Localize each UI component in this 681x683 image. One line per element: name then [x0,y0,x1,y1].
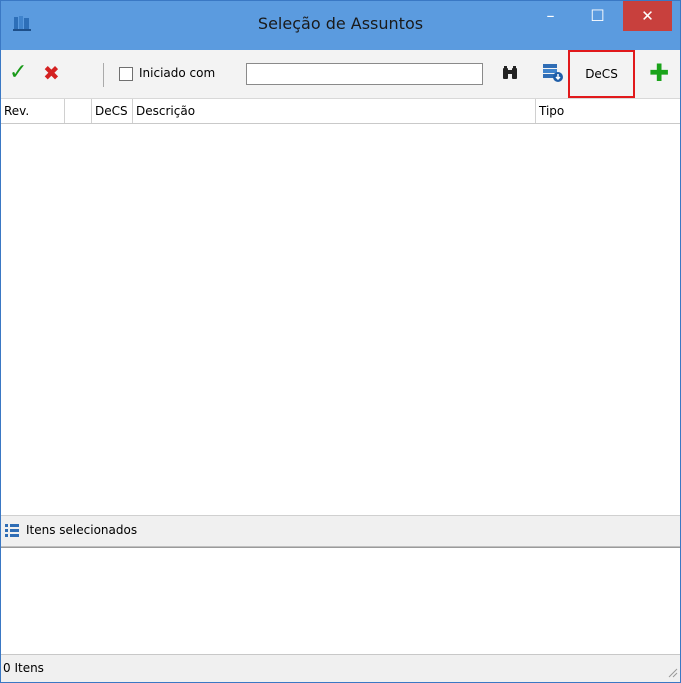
grid-header: Rev. DeCS Descrição Tipo [1,99,680,124]
database-icon[interactable] [542,63,564,86]
starts-with-label: Iniciado com [139,66,216,80]
column-type[interactable]: Tipo [536,99,680,123]
minimize-button[interactable]: – [528,1,573,31]
starts-with-checkbox[interactable] [119,67,133,81]
selected-items-list[interactable] [1,547,680,653]
list-grid-icon [5,524,19,540]
x-icon[interactable]: ✖ [43,63,60,83]
maximize-button[interactable]: ☐ [575,1,620,31]
status-bar: 0 Itens [1,654,680,682]
toolbar-separator [103,63,104,87]
subjects-grid[interactable]: Rev. DeCS Descrição Tipo [1,99,680,514]
column-decs[interactable]: DeCS [92,99,133,123]
decs-button[interactable]: DeCS [568,50,635,98]
check-icon[interactable]: ✓ [9,62,27,84]
column-blank[interactable] [65,99,92,123]
subject-selection-window: Seleção de Assuntos – ☐ ✕ ✓ ✖ Iniciado c… [0,0,681,683]
toolbar: ✓ ✖ Iniciado com DeCS ✚ [1,50,680,99]
close-button[interactable]: ✕ [623,1,672,31]
title-bar[interactable]: Seleção de Assuntos – ☐ ✕ [1,1,680,50]
column-rev[interactable]: Rev. [1,99,65,123]
column-description[interactable]: Descrição [133,99,536,123]
search-input[interactable] [246,63,483,85]
resize-grip-icon[interactable] [666,666,678,681]
binoculars-icon[interactable] [502,65,518,84]
selected-items-label: Itens selecionados [26,523,138,537]
item-count: 0 Itens [3,661,44,675]
selected-items-header: Itens selecionados [1,515,680,547]
plus-icon[interactable]: ✚ [649,61,669,85]
